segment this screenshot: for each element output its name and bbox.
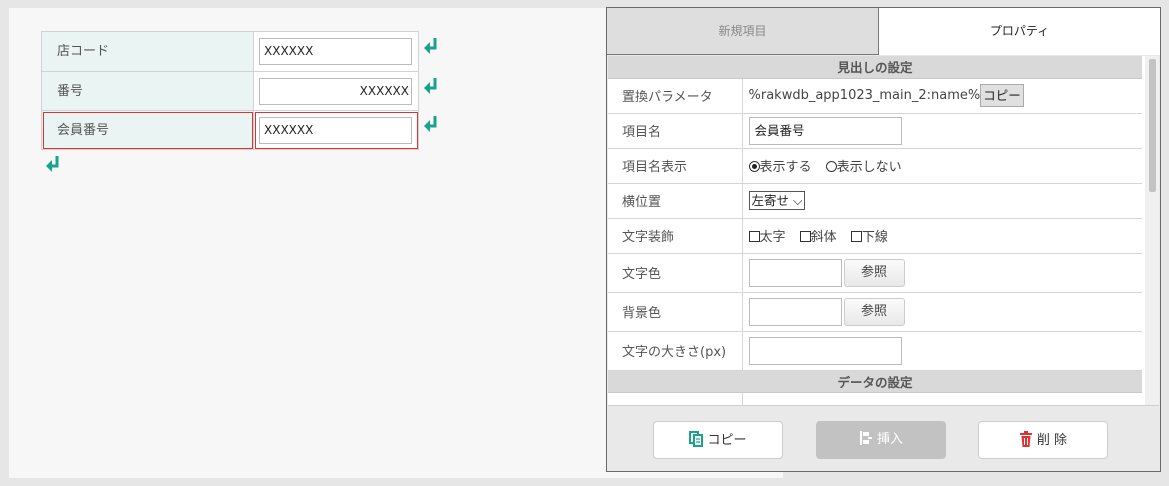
checkbox-icon bbox=[799, 231, 811, 242]
bg-color-input[interactable] bbox=[748, 297, 842, 326]
prop-label: 置換パラメータ bbox=[608, 78, 743, 114]
font-size-input[interactable] bbox=[748, 336, 902, 365]
copy-icon bbox=[689, 431, 704, 447]
prop-label: 文字色 bbox=[608, 253, 743, 293]
return-arrow-icon bbox=[424, 78, 437, 94]
trash-icon bbox=[1019, 431, 1032, 447]
return-arrow-icon bbox=[46, 156, 59, 172]
form-label: 店コード bbox=[41, 31, 254, 72]
prop-row: 項目名表示 表示する 表示しない bbox=[608, 148, 1142, 184]
show-on-radio[interactable]: 表示する bbox=[748, 160, 812, 175]
italic-checkbox[interactable]: 斜体 bbox=[799, 230, 837, 245]
prop-label: 文字の大きさ(px) bbox=[608, 331, 743, 371]
property-list[interactable]: 見出しの設定 置換パラメータ %rakwdb_app1023_main_2:na… bbox=[608, 56, 1159, 406]
scroll-thumb[interactable] bbox=[1149, 59, 1156, 192]
delete-button[interactable]: 削 除 bbox=[978, 421, 1108, 459]
prop-label: 横位置 bbox=[608, 183, 743, 219]
prop-label: 項目名 bbox=[608, 113, 743, 149]
checkbox-icon bbox=[850, 231, 862, 242]
radio-checked-icon bbox=[748, 161, 760, 172]
form-field[interactable]: XXXXXX bbox=[259, 77, 412, 105]
insert-icon bbox=[859, 431, 872, 445]
param-value: %rakwdb_app1023_main_2:name% bbox=[748, 88, 981, 103]
param-copy-button[interactable]: コピー bbox=[980, 84, 1024, 107]
prop-row: 横位置 左寄せ ⌵ bbox=[608, 183, 1142, 219]
prop-row bbox=[608, 392, 1142, 405]
prop-row: 文字装飾 太字 斜体 下線 bbox=[608, 218, 1142, 254]
prop-label: 背景色 bbox=[608, 292, 743, 332]
insert-button[interactable]: 挿入 bbox=[816, 421, 946, 459]
prop-row: 文字色 参照 bbox=[608, 253, 1142, 293]
item-name-input[interactable]: 会員番号 bbox=[748, 116, 902, 145]
radio-icon bbox=[825, 161, 837, 172]
underline-checkbox[interactable]: 下線 bbox=[850, 230, 888, 245]
property-panel: 新規項目 プロパティ 見出しの設定 置換パラメータ %rakwdb_app102… bbox=[606, 7, 1161, 472]
form-row[interactable]: 店コード XXXXXX bbox=[41, 31, 419, 72]
form-field[interactable]: XXXXXX bbox=[259, 116, 412, 144]
prop-row: 置換パラメータ %rakwdb_app1023_main_2:name% コピー bbox=[608, 78, 1142, 114]
property-table: 見出しの設定 置換パラメータ %rakwdb_app1023_main_2:na… bbox=[608, 56, 1142, 405]
prop-row: 背景色 参照 bbox=[608, 292, 1142, 332]
bg-color-ref-button[interactable]: 参照 bbox=[843, 297, 905, 326]
section-heading-settings: 見出しの設定 bbox=[608, 56, 1142, 79]
copy-button[interactable]: コピー bbox=[653, 421, 783, 459]
prop-row: 文字の大きさ(px) bbox=[608, 331, 1142, 371]
prop-label: 文字装飾 bbox=[608, 218, 743, 254]
section-data-settings: データの設定 bbox=[608, 370, 1142, 393]
tab-properties[interactable]: プロパティ bbox=[879, 8, 1160, 55]
form-field[interactable]: XXXXXX bbox=[259, 38, 412, 65]
scrollbar[interactable] bbox=[1145, 56, 1159, 405]
form-preview-table: 店コード XXXXXX 番号 XXXXXX 会員番号 XXXXXX bbox=[41, 31, 419, 150]
text-color-input[interactable] bbox=[748, 258, 842, 287]
form-row-selected[interactable]: 会員番号 XXXXXX bbox=[41, 110, 419, 150]
return-arrow-icon bbox=[424, 38, 437, 54]
text-color-ref-button[interactable]: 参照 bbox=[843, 258, 905, 287]
return-arrow-icon bbox=[424, 116, 437, 132]
panel-tabs: 新規項目 プロパティ bbox=[607, 8, 1160, 55]
form-label: 番号 bbox=[41, 71, 254, 111]
chevron-down-icon: ⌵ bbox=[793, 193, 803, 208]
form-row[interactable]: 番号 XXXXXX bbox=[41, 71, 419, 111]
prop-label: 項目名表示 bbox=[608, 148, 743, 184]
align-select[interactable]: 左寄せ ⌵ bbox=[748, 191, 806, 210]
prop-row: 項目名 会員番号 bbox=[608, 113, 1142, 149]
bold-checkbox[interactable]: 太字 bbox=[748, 230, 786, 245]
checkbox-icon bbox=[748, 231, 760, 242]
form-label: 会員番号 bbox=[41, 110, 254, 150]
tab-new-item[interactable]: 新規項目 bbox=[607, 8, 879, 55]
show-off-radio[interactable]: 表示しない bbox=[825, 160, 902, 175]
